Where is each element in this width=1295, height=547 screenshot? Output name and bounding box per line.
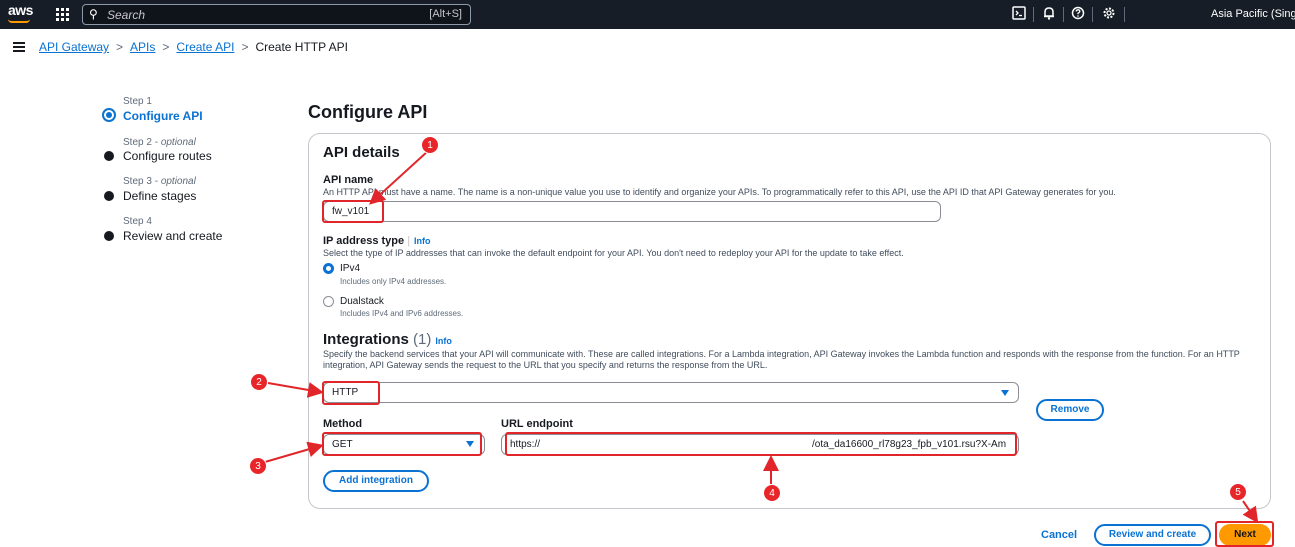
annotation-marker-2: 2 xyxy=(250,373,268,391)
url-endpoint-input[interactable]: https:// /ota_da16600_rl78g23_fpb_v101.r… xyxy=(501,434,1019,455)
help-icon[interactable] xyxy=(1070,6,1086,22)
api-name-input[interactable]: fw_v101 xyxy=(323,201,941,222)
step-3-label: Step 3 - optional xyxy=(123,176,196,187)
method-label: Method xyxy=(323,418,363,430)
breadcrumb-apis[interactable]: APIs xyxy=(130,40,155,54)
review-and-create-button[interactable]: Review and create xyxy=(1094,524,1211,546)
menu-icon[interactable] xyxy=(13,42,25,52)
next-button[interactable]: Next xyxy=(1219,524,1271,546)
ip-type-info-link[interactable]: Info xyxy=(414,236,431,246)
step-4-title: Review and create xyxy=(123,229,223,243)
api-name-description: An HTTP API must have a name. The name i… xyxy=(323,187,1116,197)
integrations-info-link[interactable]: Info xyxy=(435,336,452,346)
caret-down-icon xyxy=(466,441,474,447)
dualstack-radio[interactable] xyxy=(323,296,334,307)
ip-address-type-label: IP address type | Info xyxy=(323,235,431,247)
annotation-marker-3: 3 xyxy=(249,457,267,475)
breadcrumb-current: Create HTTP API xyxy=(255,40,348,54)
chevron-right-icon: > xyxy=(241,40,249,54)
search-shortcut: [Alt+S] xyxy=(429,8,462,20)
step-3-title: Define stages xyxy=(123,189,197,203)
dualstack-description: Includes IPv4 and IPv6 addresses. xyxy=(340,309,464,318)
url-endpoint-label: URL endpoint xyxy=(501,418,573,430)
step-1-label: Step 1 xyxy=(123,96,152,107)
caret-down-icon xyxy=(1001,390,1009,396)
annotation-marker-1: 1 xyxy=(421,136,439,154)
region-selector[interactable]: Asia Pacific (Singapore) xyxy=(1211,8,1295,20)
grid-icon[interactable] xyxy=(56,8,69,21)
aws-logo[interactable]: aws xyxy=(8,2,33,23)
integrations-heading: Integrations (1) Info xyxy=(323,331,452,348)
breadcrumb-create-api[interactable]: Create API xyxy=(176,40,234,54)
step-3-dot-icon xyxy=(104,191,114,201)
api-name-label: API name xyxy=(323,174,374,186)
step-2-dot-icon xyxy=(104,151,114,161)
breadcrumb-api-gateway[interactable]: API Gateway xyxy=(39,40,109,54)
cloudshell-icon[interactable] xyxy=(1011,6,1027,22)
ipv4-radio[interactable] xyxy=(323,263,334,274)
page-title: Configure API xyxy=(308,102,428,122)
api-details-heading: API details xyxy=(323,144,400,161)
chevron-right-icon: > xyxy=(116,40,124,54)
integrations-description: Specify the backend services that your A… xyxy=(323,349,1240,370)
integration-type-select[interactable]: HTTP xyxy=(323,382,1019,403)
annotation-marker-5: 5 xyxy=(1229,483,1247,501)
step-2-label: Step 2 - optional xyxy=(123,137,196,148)
method-select[interactable]: GET xyxy=(323,434,485,455)
search-input[interactable]: ⚲ Search [Alt+S] xyxy=(82,4,471,25)
cancel-button[interactable]: Cancel xyxy=(1041,529,1077,541)
ip-type-description: Select the type of IP addresses that can… xyxy=(323,248,904,258)
breadcrumb: API Gateway > APIs > Create API > Create HTTP … xyxy=(39,40,348,54)
remove-integration-button[interactable]: Remove xyxy=(1036,399,1104,421)
bell-icon[interactable] xyxy=(1041,6,1057,22)
step-1-title[interactable]: Configure API xyxy=(123,109,203,123)
step-1-active-icon xyxy=(102,108,116,122)
dualstack-label: Dualstack xyxy=(340,296,384,307)
search-placeholder: Search xyxy=(107,8,146,22)
step-2-title: Configure routes xyxy=(123,149,212,163)
step-4-dot-icon xyxy=(104,231,114,241)
gear-icon[interactable] xyxy=(1101,6,1117,22)
add-integration-button[interactable]: Add integration xyxy=(323,470,429,492)
search-icon: ⚲ xyxy=(89,7,98,21)
step-4-label: Step 4 xyxy=(123,216,152,227)
chevron-right-icon: > xyxy=(162,40,170,54)
annotation-marker-4: 4 xyxy=(763,484,781,502)
ipv4-label: IPv4 xyxy=(340,263,361,274)
ipv4-description: Includes only IPv4 addresses. xyxy=(340,277,447,286)
top-navigation-bar: aws ⚲ Search [Alt+S] Asia Pacific (Singa… xyxy=(0,0,1295,29)
